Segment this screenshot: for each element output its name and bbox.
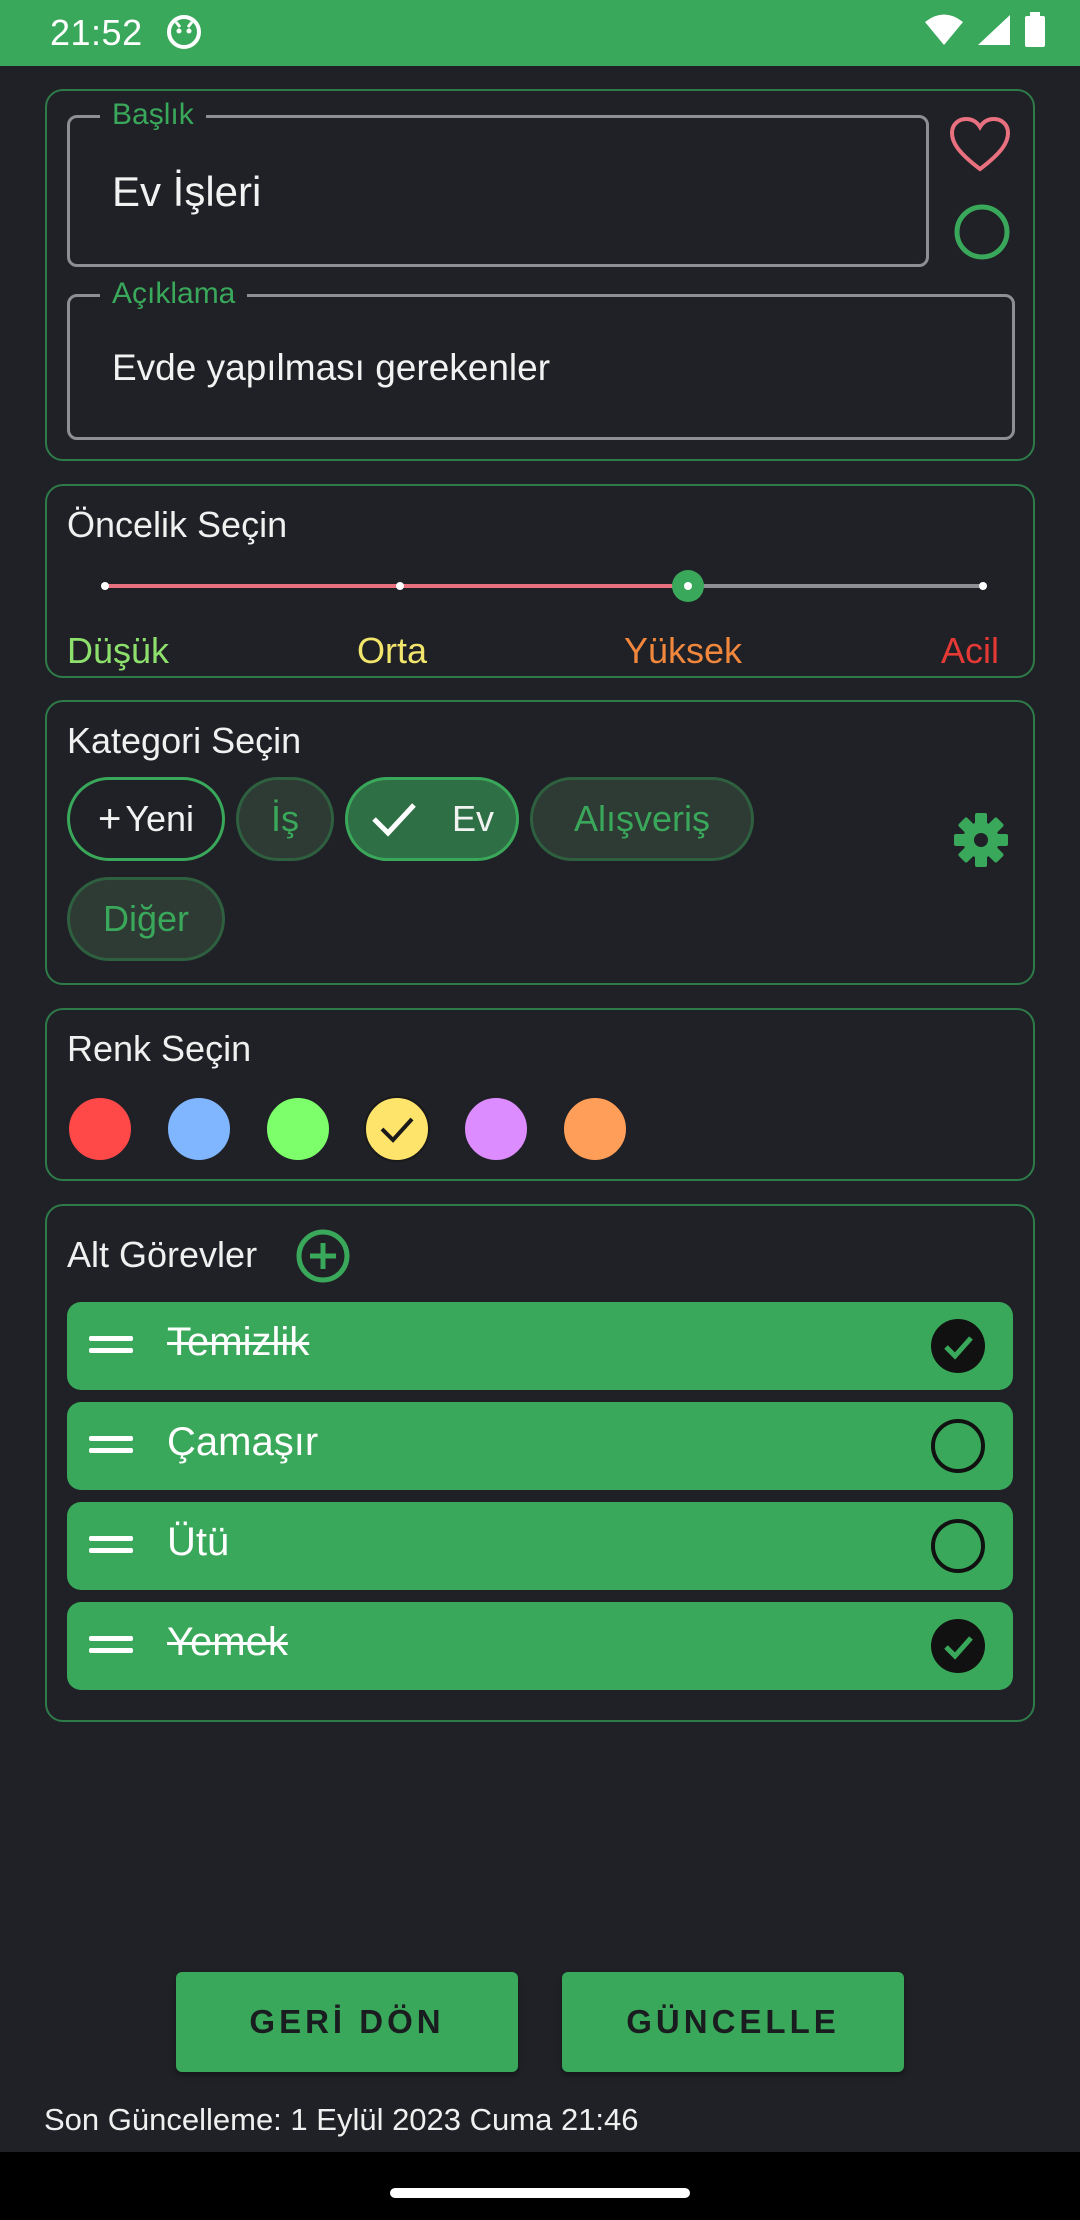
category-chip-alisveris[interactable]: Alışveriş [530, 777, 754, 861]
category-chip-ev[interactable]: Ev [345, 777, 519, 861]
subtasks-card: Alt Görevler Temizlik Çamaşır Ütü Yemek [45, 1204, 1035, 1722]
color-swatch-purple[interactable] [463, 1096, 529, 1162]
status-time: 21:52 [50, 12, 143, 53]
priority-urgent-label[interactable]: Acil [941, 630, 999, 672]
priority-slider[interactable] [87, 568, 997, 608]
subtask-label: Temizlik [167, 1320, 310, 1364]
subtask-label: Yemek [167, 1620, 288, 1664]
category-chip-diger[interactable]: Diğer [67, 877, 225, 961]
unchecked-circle-icon[interactable] [929, 1417, 987, 1475]
priority-low-label[interactable]: Düşük [67, 630, 169, 672]
unchecked-circle-icon[interactable] [929, 1517, 987, 1575]
subtask-row[interactable]: Yemek [67, 1602, 1013, 1690]
add-subtask-icon[interactable] [295, 1228, 351, 1284]
subtask-row[interactable]: Ütü [67, 1502, 1013, 1590]
priority-title: Öncelik Seçin [67, 504, 288, 545]
subtasks-title: Alt Görevler [67, 1234, 258, 1275]
complete-circle-icon[interactable] [953, 203, 1011, 261]
home-gesture-pill[interactable] [390, 2188, 690, 2198]
checked-circle-icon[interactable] [929, 1617, 987, 1675]
drag-handle-icon[interactable] [89, 1436, 133, 1456]
color-swatch-red[interactable] [67, 1096, 133, 1162]
priority-medium-label[interactable]: Orta [357, 630, 427, 672]
color-swatch-green[interactable] [265, 1096, 331, 1162]
navigation-bar [0, 2152, 1080, 2220]
signal-icon [978, 15, 1010, 45]
update-button[interactable]: GÜNCELLE [562, 1972, 904, 2072]
selected-check-icon [380, 1117, 414, 1143]
battery-icon [1025, 12, 1045, 47]
plus-icon: + [97, 796, 122, 841]
color-swatch-orange[interactable] [562, 1096, 628, 1162]
priority-card: Öncelik Seçin Düşük Orta Yüksek Acil [45, 484, 1035, 678]
description-field-label: Açıklama [100, 277, 248, 311]
checked-circle-icon[interactable] [929, 1317, 987, 1375]
category-chip-is[interactable]: İş [236, 777, 334, 861]
new-category-label: Yeni [125, 798, 195, 839]
drag-handle-icon[interactable] [89, 1636, 133, 1656]
category-chip-label: Ev [451, 798, 494, 839]
wifi-icon [925, 14, 963, 45]
category-chip-label: İş [270, 798, 299, 839]
description-field[interactable]: Açıklama Evde yapılması gerekenler [67, 277, 1015, 440]
subtask-label: Çamaşır [167, 1420, 319, 1464]
subtask-row[interactable]: Temizlik [67, 1302, 1013, 1390]
category-title: Kategori Seçin [67, 720, 302, 761]
subtask-row[interactable]: Çamaşır [67, 1402, 1013, 1490]
title-field[interactable]: Başlık Ev İşleri [67, 98, 929, 267]
check-icon [372, 803, 416, 837]
favorite-heart-icon[interactable] [950, 117, 1010, 173]
category-card: Kategori Seçin + Yeni İş Ev Alışveriş Di… [45, 700, 1035, 985]
last-updated-text: Son Güncelleme: 1 Eylül 2023 Cuma 21:46 [44, 2102, 639, 2137]
title-field-value: Ev İşleri [112, 168, 262, 215]
subtask-label: Ütü [167, 1520, 230, 1564]
app-notification-icon [167, 15, 201, 49]
new-category-chip[interactable]: + Yeni [67, 777, 225, 861]
color-swatch-blue[interactable] [166, 1096, 232, 1162]
color-title: Renk Seçin [67, 1028, 252, 1069]
title-card: Başlık Ev İşleri Açıklama Evde yapılması… [45, 89, 1035, 461]
color-card: Renk Seçin [45, 1008, 1035, 1181]
color-swatch-yellow[interactable] [364, 1096, 430, 1162]
status-bar: 21:52 [0, 0, 1080, 66]
drag-handle-icon[interactable] [89, 1536, 133, 1556]
title-field-label: Başlık [100, 98, 206, 132]
category-chip-label: Diğer [102, 898, 190, 939]
priority-high-label[interactable]: Yüksek [624, 630, 742, 672]
category-chip-label: Alışveriş [573, 798, 711, 839]
drag-handle-icon[interactable] [89, 1336, 133, 1356]
category-settings-gear-icon[interactable] [953, 812, 1009, 868]
description-field-value: Evde yapılması gerekenler [112, 347, 551, 388]
back-button[interactable]: GERİ DÖN [176, 1972, 518, 2072]
